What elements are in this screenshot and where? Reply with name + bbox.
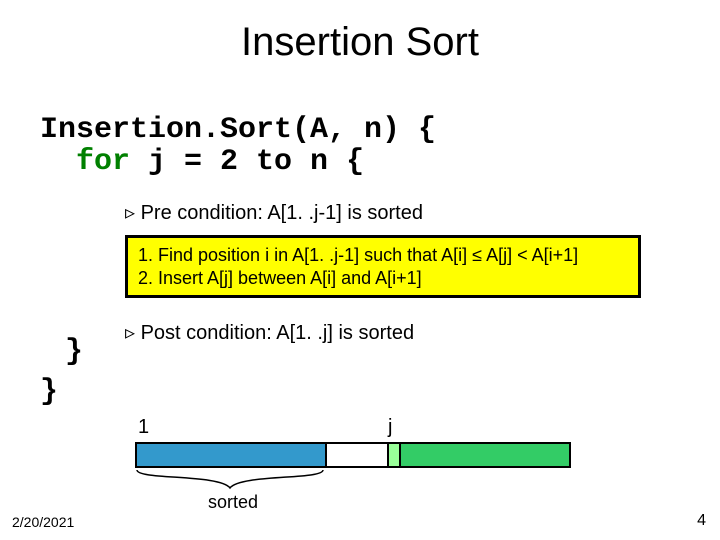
close-brace-inner: } <box>65 335 83 369</box>
footer-date: 2/20/2021 <box>12 514 74 530</box>
code-line2-indent <box>40 145 76 179</box>
array-bar <box>135 442 571 468</box>
footer-page-number: 4 <box>697 512 706 530</box>
sorted-label: sorted <box>208 492 258 513</box>
array-gap-segment <box>327 444 387 466</box>
code-line1: Insertion.Sort(A, n) { <box>40 113 436 147</box>
sorted-brace-icon <box>135 468 325 490</box>
code-keyword-for: for <box>76 145 130 179</box>
slide-title: Insertion Sort <box>0 20 720 65</box>
array-index-1-label: 1 <box>138 416 149 439</box>
steps-callout-box: 1. Find position i in A[1. .j-1] such th… <box>125 235 641 298</box>
precondition-text: ▹ Pre condition: A[1. .j-1] is sorted <box>125 200 423 225</box>
array-sorted-segment <box>137 444 327 466</box>
array-unsorted-segment <box>401 444 569 466</box>
postcondition-text: ▹ Post condition: A[1. .j] is sorted <box>125 320 414 345</box>
code-block: Insertion.Sort(A, n) { for j = 2 to n { <box>40 115 436 178</box>
close-brace-outer: } <box>40 375 58 409</box>
array-index-j-label: j <box>388 416 392 439</box>
step-1: 1. Find position i in A[1. .j-1] such th… <box>138 244 628 267</box>
step-2: 2. Insert A[j] between A[i] and A[i+1] <box>138 267 628 290</box>
code-line2-rest: j = 2 to n { <box>130 145 364 179</box>
array-current-j-cell <box>387 444 401 466</box>
slide: Insertion Sort Insertion.Sort(A, n) { fo… <box>0 0 720 540</box>
